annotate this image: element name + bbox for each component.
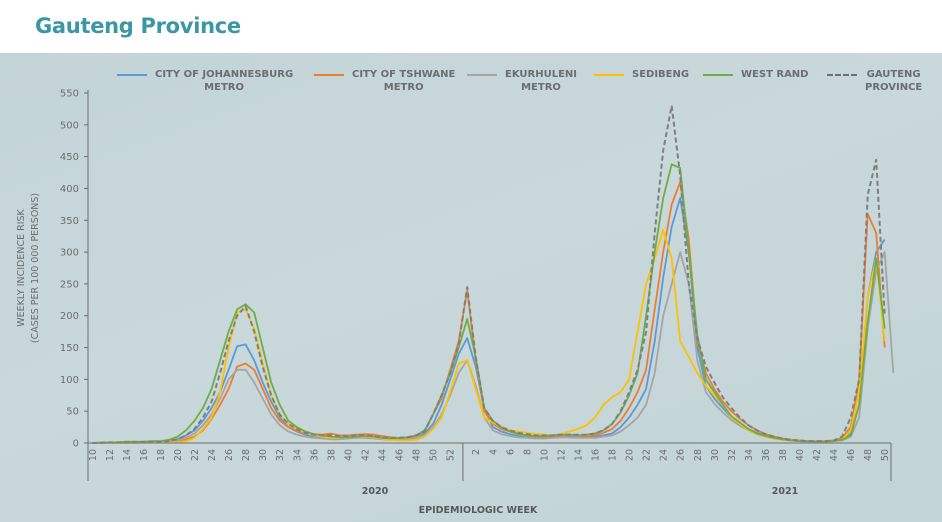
x-tick-label: 24	[207, 449, 218, 461]
y-tick-label: 250	[60, 279, 79, 290]
x-tick-label: 2	[471, 449, 482, 455]
y-tick-label: 300	[60, 248, 79, 259]
x-tick-label: 32	[275, 449, 286, 461]
x-tick-label: 18	[608, 449, 619, 461]
x-tick-label: 36	[309, 449, 320, 461]
x-tick-label: 34	[292, 449, 303, 461]
y-tick-label: 0	[73, 439, 79, 450]
y-tick-label: 500	[60, 120, 79, 131]
x-tick-label: 28	[241, 449, 252, 461]
y-tick-label: 200	[60, 311, 79, 322]
x-tick-label: 16	[139, 449, 150, 461]
line-chart: 050100150200250300350400450500550 10 12 14…	[16, 89, 895, 516]
x-tick-label: 42	[812, 449, 823, 461]
y-tick-label: 100	[60, 375, 79, 386]
x-tick-label: 14	[122, 449, 133, 461]
x-tick-label: 46	[395, 449, 406, 461]
x-tick-label: 10	[539, 449, 550, 461]
series-line-gauteng-province	[92, 104, 886, 444]
x-tick-label: 4	[488, 449, 499, 455]
x-tick-label: 44	[829, 449, 840, 461]
x-tick-label: 12	[105, 449, 116, 461]
x-tick-label: 40	[795, 449, 806, 461]
y-axis-title-line1: WEEKLY INCIDENCE RISK	[16, 208, 27, 326]
x-axis-title: EPIDEMIOLOGIC WEEK	[419, 505, 538, 516]
x-tick-label: 16	[591, 449, 602, 461]
x-tick-label: 46	[846, 449, 857, 461]
y-tick-label: 350	[60, 216, 79, 227]
x-tick-label: 36	[761, 449, 772, 461]
x-tick-label: 20	[173, 449, 184, 461]
x-tick-label: 30	[258, 449, 269, 461]
x-tick-label: 26	[224, 449, 235, 461]
year-label-2021: 2021	[772, 486, 798, 497]
y-tick-label: 450	[60, 152, 79, 163]
y-tick-label: 150	[60, 343, 79, 354]
x-tick-label: 6	[505, 449, 516, 455]
x-tick-label: 8	[522, 449, 533, 455]
x-tick-label: 10	[88, 449, 99, 461]
x-tick-label: 40	[343, 449, 354, 461]
x-tick-label: 28	[693, 449, 704, 461]
y-axis-title-line2: (CASES PER 100 000 PERSONS)	[30, 193, 41, 343]
x-tick-label: 26	[676, 449, 687, 461]
x-tick-label: 24	[659, 449, 670, 461]
x-tick-label: 22	[190, 449, 201, 461]
series-line-sedibeng	[92, 228, 886, 444]
x-tick-label: 48	[863, 449, 874, 461]
x-tick-label: 20	[625, 449, 636, 461]
x-tick-label: 50	[880, 449, 891, 461]
x-tick-label: 50	[429, 449, 440, 461]
x-tick-label: 52	[446, 449, 457, 461]
x-tick-label: 48	[412, 449, 423, 461]
x-tick-label: 30	[710, 449, 721, 461]
y-tick-label: 400	[60, 184, 79, 195]
x-tick-label: 12	[556, 449, 567, 461]
x-tick-label: 14	[573, 449, 584, 461]
x-tick-label: 38	[778, 449, 789, 461]
x-tick-label: 22	[642, 449, 653, 461]
year-label-2020: 2020	[362, 486, 389, 497]
series-line-city-of-johannesburg-metro	[92, 197, 886, 444]
y-tick-label: 50	[66, 407, 79, 418]
x-tick-label: 38	[326, 449, 337, 461]
y-tick-label: 550	[60, 89, 79, 100]
x-tick-label: 42	[360, 449, 371, 461]
x-tick-label: 34	[744, 449, 755, 461]
x-tick-label: 32	[727, 449, 738, 461]
series-line-city-of-tshwane-metro	[92, 181, 886, 444]
x-tick-label: 44	[377, 449, 388, 461]
x-tick-label: 18	[156, 449, 167, 461]
